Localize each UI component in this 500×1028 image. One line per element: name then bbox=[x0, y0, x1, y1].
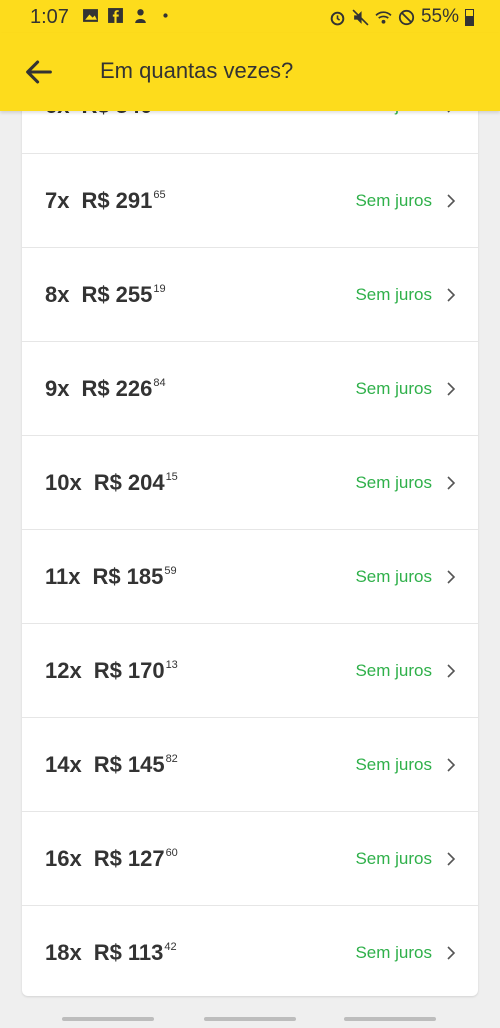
interest-label: Sem juros bbox=[355, 849, 432, 868]
interest-label: Sem juros bbox=[355, 191, 432, 210]
installment-price: 16x R$ 127 60 bbox=[45, 846, 178, 872]
chevron-right-icon bbox=[447, 476, 456, 490]
interest-label: Sem juros bbox=[355, 567, 432, 586]
interest-label: Sem juros bbox=[355, 285, 432, 304]
dnd-icon bbox=[398, 9, 415, 25]
installment-amount: 255 bbox=[115, 282, 153, 307]
installment-price: 9x R$ 226 84 bbox=[45, 376, 166, 402]
nav-back[interactable] bbox=[344, 1017, 436, 1021]
installment-amount: 170 bbox=[127, 658, 165, 683]
installment-price: 12x R$ 170 13 bbox=[45, 658, 178, 684]
chevron-right-icon bbox=[447, 570, 456, 584]
currency-symbol: R$ bbox=[81, 282, 110, 307]
installment-price: 14x R$ 145 82 bbox=[45, 752, 178, 778]
currency-symbol: R$ bbox=[93, 846, 122, 871]
installment-count: 7x bbox=[45, 188, 70, 213]
facebook-icon bbox=[108, 8, 123, 23]
alarm-icon bbox=[330, 11, 345, 25]
nav-recents[interactable] bbox=[62, 1017, 154, 1021]
chevron-right-icon bbox=[447, 852, 456, 866]
installment-row[interactable]: 11x R$ 185 59 Sem juros bbox=[22, 529, 478, 623]
installment-cents: 19 bbox=[153, 283, 166, 295]
battery-icon bbox=[465, 8, 474, 26]
status-time: 1:07 bbox=[30, 6, 69, 28]
chevron-right-icon bbox=[447, 664, 456, 678]
interest-label: Sem juros bbox=[355, 661, 432, 680]
installment-count: 14x bbox=[45, 752, 82, 777]
chevron-right-icon bbox=[447, 946, 456, 960]
installment-row[interactable]: 16x R$ 127 60 Sem juros bbox=[22, 811, 478, 905]
currency-symbol: R$ bbox=[81, 376, 110, 401]
battery-percent: 55% bbox=[420, 6, 459, 27]
chevron-right-icon bbox=[447, 382, 456, 396]
installment-count: 10x bbox=[45, 470, 82, 495]
interest-label: Sem juros bbox=[355, 755, 432, 774]
installment-count: 11x bbox=[45, 564, 81, 589]
installment-price: 18x R$ 113 42 bbox=[45, 940, 177, 966]
currency-symbol: R$ bbox=[93, 940, 122, 965]
installment-count: 8x bbox=[45, 282, 70, 307]
installment-price: 11x R$ 185 59 bbox=[45, 564, 177, 590]
arrow-left-icon[interactable] bbox=[22, 55, 56, 89]
interest-label: Sem juros bbox=[355, 943, 432, 962]
system-nav-bar bbox=[0, 1004, 500, 1028]
installment-row[interactable]: 10x R$ 204 15 Sem juros bbox=[22, 435, 478, 529]
installment-amount: 145 bbox=[127, 752, 165, 777]
installment-count: 18x bbox=[45, 940, 82, 965]
installment-count: 16x bbox=[45, 846, 82, 871]
installment-amount: 127 bbox=[127, 846, 165, 871]
installment-amount: 185 bbox=[126, 564, 164, 589]
status-right-icons: 55% bbox=[329, 6, 474, 28]
emoji-icon bbox=[135, 9, 146, 23]
nav-home[interactable] bbox=[204, 1017, 296, 1021]
installment-price: 10x R$ 204 15 bbox=[45, 470, 178, 496]
currency-symbol: R$ bbox=[93, 752, 122, 777]
installment-price: 7x R$ 291 65 bbox=[45, 188, 166, 214]
chevron-right-icon bbox=[447, 758, 456, 772]
installment-count: 12x bbox=[45, 658, 82, 683]
installment-list: 6xR$340Sem juros7xR$29165Sem juros8xR$25… bbox=[22, 60, 478, 996]
installment-amount: 113 bbox=[127, 940, 164, 965]
wifi-icon bbox=[375, 10, 392, 24]
installment-cents: 59 bbox=[164, 565, 177, 577]
chevron-right-icon bbox=[447, 194, 456, 208]
status-left-icons bbox=[82, 7, 174, 24]
app-bar: Em quantas vezes? bbox=[0, 33, 500, 111]
mute-icon bbox=[352, 8, 369, 26]
installment-row[interactable]: 18x R$ 113 42 Sem juros bbox=[22, 905, 478, 996]
currency-symbol: R$ bbox=[93, 658, 122, 683]
installment-cents: 13 bbox=[165, 659, 178, 671]
installment-cents: 84 bbox=[153, 377, 166, 389]
installment-row[interactable]: 12x R$ 170 13 Sem juros bbox=[22, 623, 478, 717]
dot-icon bbox=[163, 13, 168, 18]
chevron-right-icon bbox=[447, 288, 456, 302]
installment-cents: 15 bbox=[165, 471, 178, 483]
installment-price: 8x R$ 255 19 bbox=[45, 282, 166, 308]
installment-cents: 60 bbox=[165, 847, 178, 859]
installment-row[interactable]: 7x R$ 291 65 Sem juros bbox=[22, 153, 478, 247]
installment-row[interactable]: 14x R$ 145 82 Sem juros bbox=[22, 717, 478, 811]
installment-amount: 291 bbox=[115, 188, 153, 213]
installment-amount: 226 bbox=[115, 376, 153, 401]
status-bar: 1:07 55% bbox=[0, 0, 500, 33]
currency-symbol: R$ bbox=[92, 564, 121, 589]
installment-cents: 65 bbox=[153, 189, 166, 201]
currency-symbol: R$ bbox=[93, 470, 122, 495]
installment-row[interactable]: 8x R$ 255 19 Sem juros bbox=[22, 247, 478, 341]
installment-row[interactable]: 9x R$ 226 84 Sem juros bbox=[22, 341, 478, 435]
installment-amount: 204 bbox=[127, 470, 165, 495]
installment-cents: 82 bbox=[165, 753, 178, 765]
installment-cents: 42 bbox=[164, 941, 177, 953]
page-title: Em quantas vezes? bbox=[100, 58, 294, 83]
currency-symbol: R$ bbox=[81, 188, 110, 213]
interest-label: Sem juros bbox=[355, 379, 432, 398]
installment-count: 9x bbox=[45, 376, 70, 401]
image-icon bbox=[83, 9, 98, 22]
interest-label: Sem juros bbox=[355, 473, 432, 492]
